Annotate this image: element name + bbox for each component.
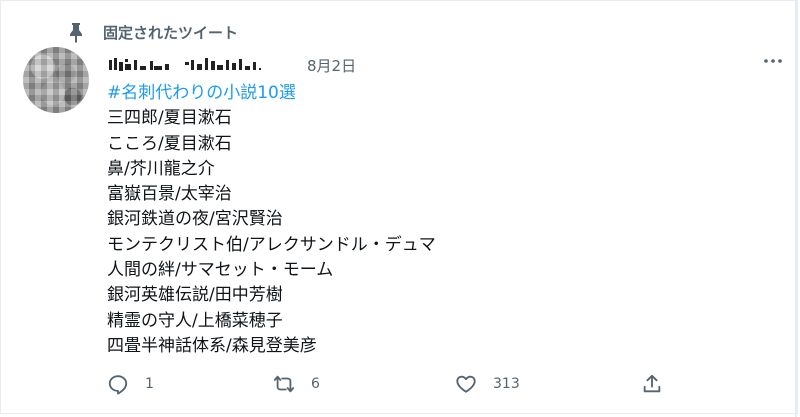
tweet-line: 精霊の守人/上橋菜穂子 — [107, 310, 283, 331]
like-button[interactable]: 313 — [455, 373, 520, 395]
reply-icon — [108, 375, 128, 395]
like-count: 313 — [493, 376, 520, 392]
retweet-count: 6 — [311, 376, 320, 392]
avatar[interactable] — [23, 47, 89, 113]
share-button[interactable] — [641, 373, 679, 395]
pinned-tweet-card[interactable]: 固定されたツイート 8月2日 #名刺代わりの小説10選 三四郎/夏目漱石 こころ… — [0, 0, 798, 417]
hashtag-link[interactable]: #名刺代わりの小説10選 — [107, 81, 436, 106]
reply-button[interactable]: 1 — [107, 373, 154, 395]
tweet-date[interactable]: 8月2日 — [307, 55, 356, 76]
tweet-actions: 1 6 313 — [107, 373, 667, 401]
pin-icon — [70, 23, 82, 43]
tweet-line: 富嶽百景/太宰治 — [107, 184, 232, 205]
blurred-display-name[interactable] — [107, 54, 285, 76]
tweet-line: 人間の絆/サマセット・モーム — [107, 260, 334, 281]
heart-icon — [456, 375, 476, 393]
reply-count: 1 — [145, 376, 154, 392]
retweet-button[interactable]: 6 — [273, 373, 320, 395]
tweet-line: 鼻/芥川龍之介 — [107, 158, 215, 179]
tweet-line: 銀河英雄伝説/田中芳樹 — [107, 285, 283, 306]
tweet-line: 四畳半神話体系/森見登美彦 — [107, 335, 317, 356]
tweet-line: こころ/夏目漱石 — [107, 133, 232, 154]
tweet-line: 三四郎/夏目漱石 — [107, 108, 232, 129]
more-options-icon[interactable] — [761, 49, 785, 73]
tweet-text: #名刺代わりの小説10選 三四郎/夏目漱石 こころ/夏目漱石 鼻/芥川龍之介 富… — [107, 81, 436, 359]
share-icon — [643, 374, 661, 393]
pinned-label: 固定されたツイート — [103, 23, 239, 42]
tweet-header: 8月2日 — [107, 53, 356, 77]
scrollbar[interactable] — [795, 1, 797, 417]
retweet-icon — [273, 375, 295, 393]
pinned-indicator: 固定されたツイート — [67, 21, 238, 43]
tweet-line: 銀河鉄道の夜/宮沢賢治 — [107, 209, 283, 230]
tweet-line: モンテクリスト伯/アレクサンドル・デュマ — [107, 234, 436, 255]
